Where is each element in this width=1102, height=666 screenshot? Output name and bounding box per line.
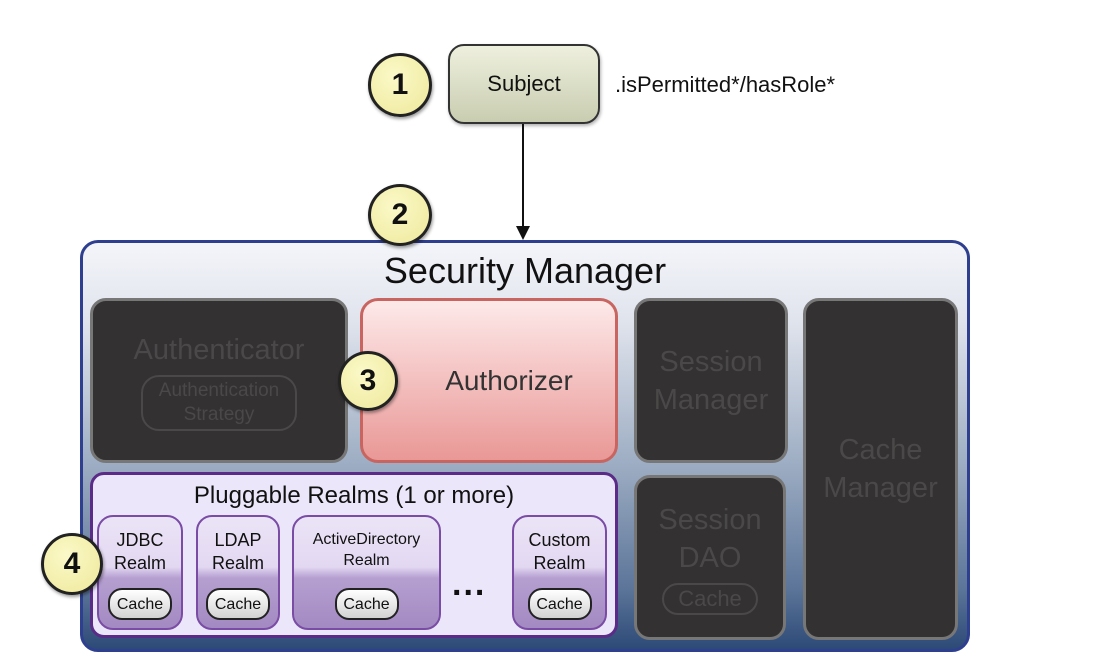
session-dao-label: Session DAO bbox=[658, 503, 762, 574]
subject-box: Subject bbox=[448, 44, 600, 124]
realm-active-directory: ActiveDirectory Realm Cache bbox=[292, 515, 441, 630]
realm-cache: Cache bbox=[206, 588, 270, 620]
realm-jdbc: JDBC Realm Cache bbox=[97, 515, 183, 630]
realm-name: Custom bbox=[528, 530, 591, 550]
authenticator-box: Authenticator Authentication Strategy bbox=[90, 298, 348, 463]
pluggable-realms-title: Pluggable Realms (1 or more) bbox=[193, 482, 515, 509]
step-3-marker: 3 bbox=[338, 351, 398, 411]
authentication-strategy: Authentication Strategy bbox=[141, 374, 297, 431]
realm-ldap: LDAP Realm Cache bbox=[196, 515, 280, 630]
more-realms-ellipsis: ... bbox=[452, 565, 487, 603]
authorizer-box: Authorizer bbox=[360, 298, 618, 463]
realm-name: ActiveDirectory bbox=[312, 531, 421, 548]
realm-cache: Cache bbox=[334, 588, 399, 620]
realm-cache: Cache bbox=[527, 588, 592, 620]
realm-name: LDAP bbox=[214, 530, 262, 550]
session-manager-box: Session Manager bbox=[634, 298, 788, 463]
cache-manager-box: Cache Manager bbox=[803, 298, 958, 640]
step-1-marker: 1 bbox=[368, 53, 432, 117]
realm-cache: Cache bbox=[108, 588, 172, 620]
step-4-marker: 4 bbox=[41, 533, 103, 595]
realm-type: Realm bbox=[533, 553, 586, 573]
session-dao-cache: Cache bbox=[662, 582, 758, 615]
realm-type: Realm bbox=[343, 552, 390, 569]
realm-custom: Custom Realm Cache bbox=[512, 515, 607, 630]
realm-name: JDBC bbox=[116, 530, 164, 550]
realm-type: Realm bbox=[113, 553, 166, 573]
authenticator-label: Authenticator bbox=[133, 333, 305, 366]
session-dao-box: Session DAO Cache bbox=[634, 475, 786, 640]
arrow-head-icon bbox=[516, 226, 530, 240]
method-label: .isPermitted*/hasRole* bbox=[615, 72, 836, 97]
call-arrow bbox=[522, 124, 524, 228]
step-2-marker: 2 bbox=[368, 184, 432, 246]
realm-type: Realm bbox=[211, 553, 264, 573]
security-manager-title: Security Manager bbox=[383, 250, 667, 291]
